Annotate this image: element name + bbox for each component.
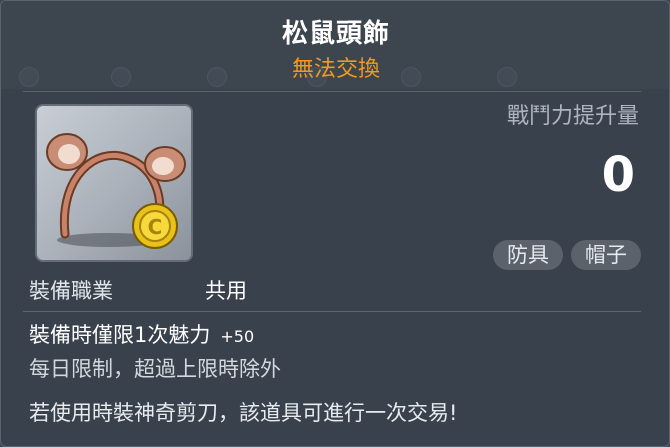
trade-status: 無法交換	[291, 57, 380, 82]
tag-hat: 帽子	[571, 240, 641, 270]
item-tooltip: 松鼠頭飾 無法交換 C 戰鬥力提升量 0 防具 帽子 裝備職業 共用 裝備時僅限…	[0, 0, 670, 447]
combat-power-label: 戰鬥力提升量	[506, 104, 639, 129]
equip-effect: 裝備時僅限1次魅力 +50	[29, 319, 254, 349]
equip-job-label: 裝備職業	[29, 279, 113, 303]
squirrel-headband-icon: C	[46, 133, 186, 249]
divider	[23, 91, 641, 92]
divider	[23, 311, 641, 312]
equip-effect-value: +50	[220, 327, 255, 346]
tag-armor: 防具	[493, 240, 563, 270]
item-icon-frame: C	[35, 104, 193, 262]
item-name: 松鼠頭飾	[281, 19, 390, 49]
item-category-tags: 防具 帽子	[493, 240, 641, 270]
combat-power-value: 0	[601, 147, 635, 203]
tooltip-header: 松鼠頭飾 無法交換	[1, 1, 669, 89]
daily-limit-note: 每日限制，超過上限時除外	[29, 357, 281, 381]
svg-text:C: C	[148, 215, 163, 239]
equip-job-value: 共用	[205, 279, 247, 303]
scissor-trade-note: 若使用時裝神奇剪刀，該道具可進行一次交易!	[29, 401, 458, 425]
equip-effect-text: 裝備時僅限1次魅力	[29, 323, 211, 347]
